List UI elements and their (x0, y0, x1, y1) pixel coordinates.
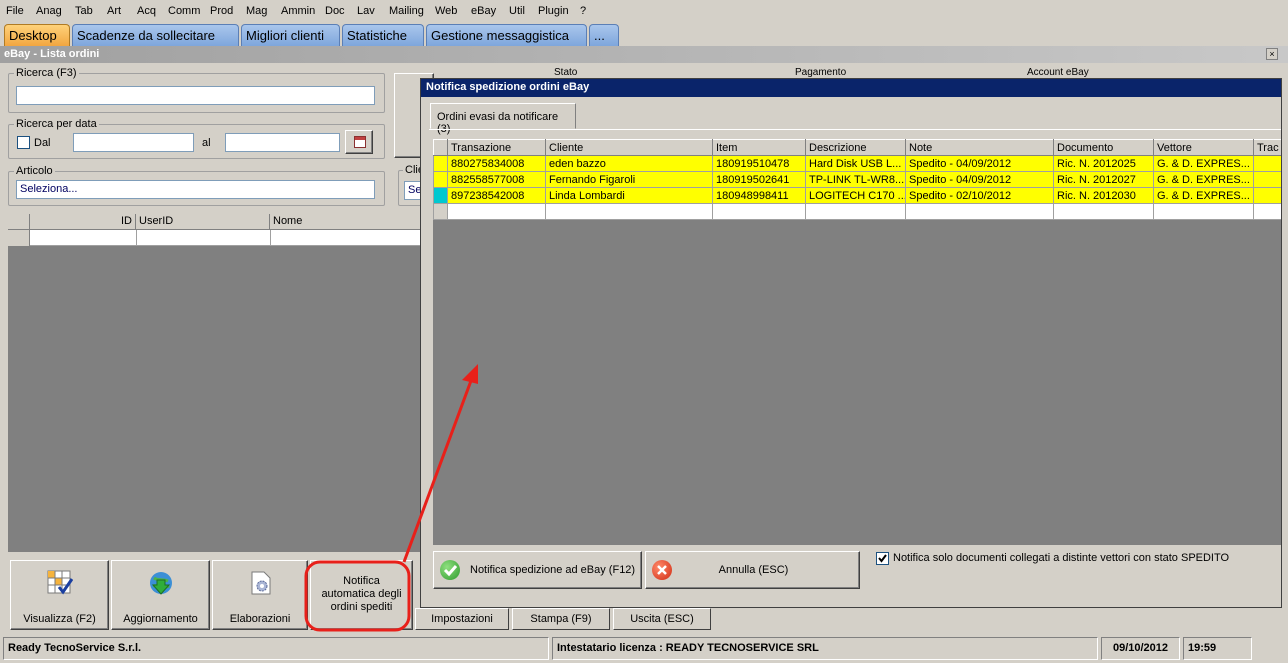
status-license: Intestatario licenza : READY TECNOSERVIC… (552, 637, 1098, 660)
annotation-arrowhead (462, 364, 478, 384)
status-time: 19:59 (1183, 637, 1252, 660)
annotation-circle (304, 560, 411, 632)
status-date: 09/10/2012 (1101, 637, 1180, 660)
annotation-arrow (402, 377, 474, 563)
annotation-overlay (304, 364, 478, 632)
status-company: Ready TecnoService S.r.l. (3, 637, 549, 660)
